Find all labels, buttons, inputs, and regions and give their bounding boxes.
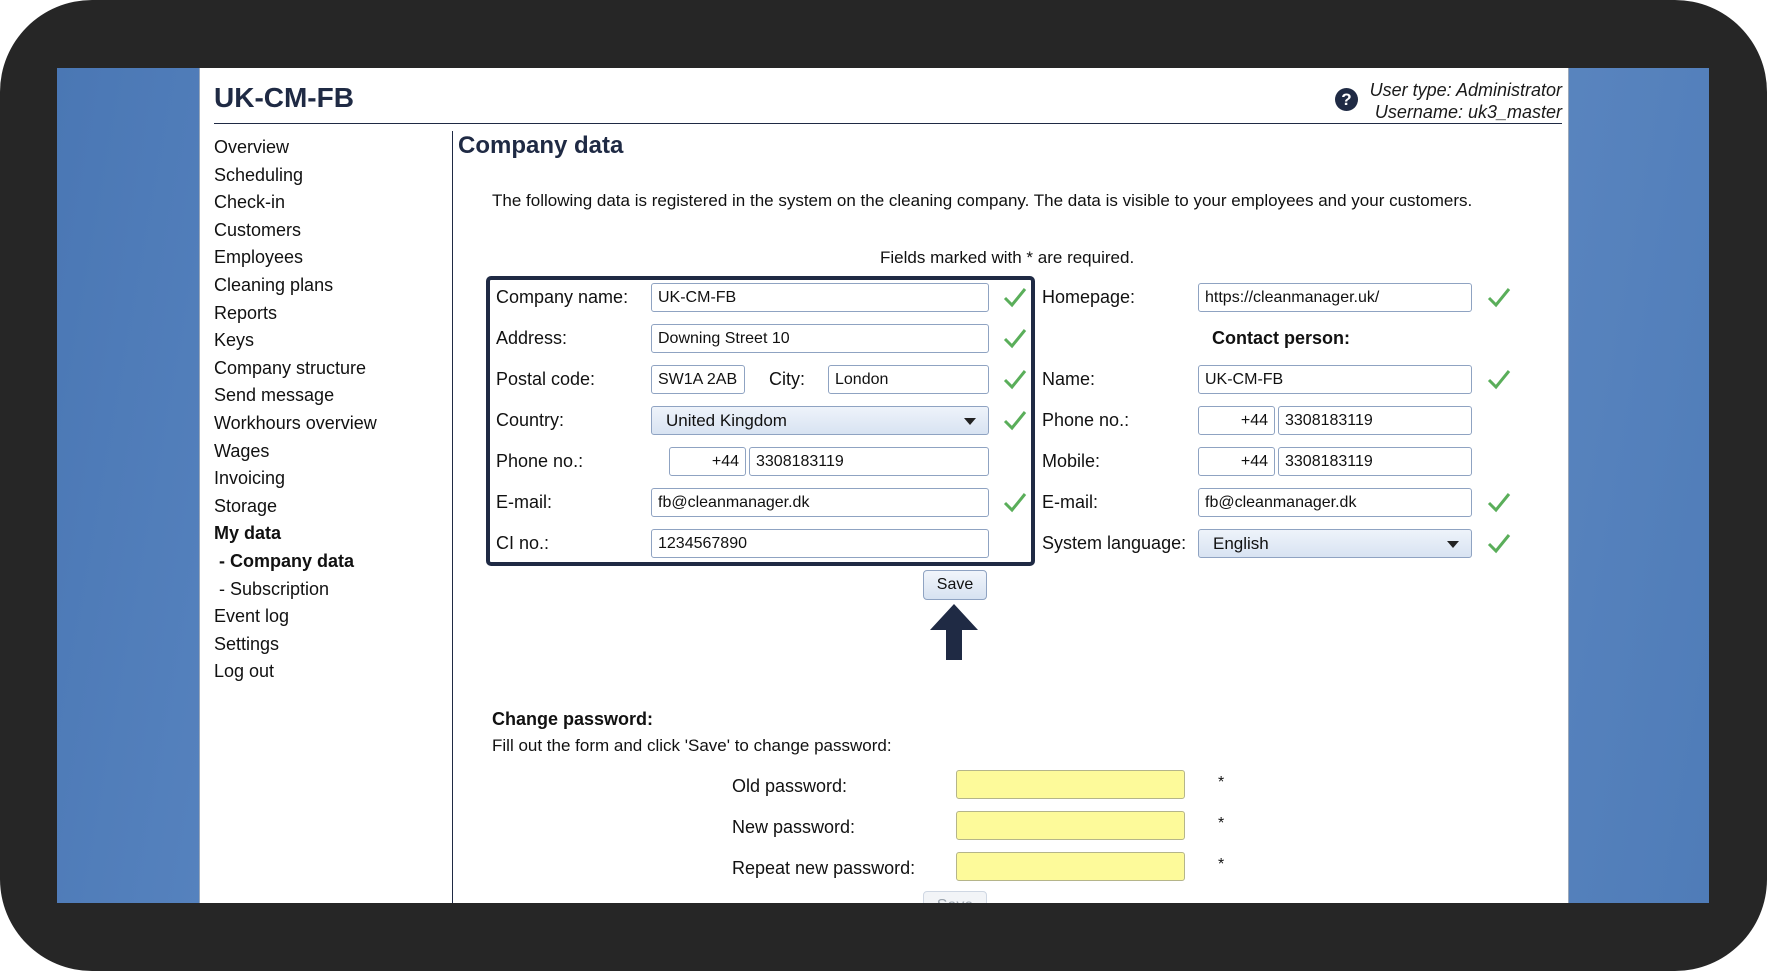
app-title: UK-CM-FB	[214, 82, 354, 113]
sidebar-item-settings[interactable]: Settings	[214, 631, 444, 659]
sidebar-item-reports[interactable]: Reports	[214, 300, 444, 328]
sidebar-item-company-structure[interactable]: Company structure	[214, 355, 444, 383]
contact-phone-field[interactable]: 3308183119	[1278, 406, 1472, 435]
app-page: UK-CM-FB ? User type: Administrator User…	[199, 68, 1569, 903]
intro-text: The following data is registered in the …	[492, 191, 1473, 210]
company-name-field[interactable]: UK-CM-FB	[651, 283, 989, 312]
contact-email-field[interactable]: fb@cleanmanager.dk	[1198, 488, 1472, 517]
save-button[interactable]: Save	[923, 570, 987, 600]
company-phone-label: Phone no.:	[496, 451, 584, 471]
device-frame: UK-CM-FB ? User type: Administrator User…	[0, 0, 1767, 971]
sidebar-item-workhours-overview[interactable]: Workhours overview	[214, 410, 444, 438]
company-email-field[interactable]: fb@cleanmanager.dk	[651, 488, 989, 517]
arrow-up-icon	[930, 604, 978, 660]
contact-phone-label: Phone no.:	[1042, 410, 1130, 430]
contact-name-label: Name:	[1042, 369, 1096, 389]
ci-number-field[interactable]: 1234567890	[651, 529, 989, 558]
company-phone-field[interactable]: 3308183119	[749, 447, 989, 476]
sidebar-item-cleaning-plans[interactable]: Cleaning plans	[214, 272, 444, 300]
main-content: Company data The following data is regis…	[458, 124, 1568, 903]
sidebar-item-overview[interactable]: Overview	[214, 134, 444, 162]
country-select[interactable]: United Kingdom	[651, 406, 989, 435]
company-phone-prefix-field[interactable]: +44	[669, 447, 746, 476]
homepage-label: Homepage:	[1042, 287, 1136, 307]
check-icon	[1003, 493, 1027, 513]
change-password-note: Fill out the form and click 'Save' to ch…	[492, 736, 892, 755]
new-password-field[interactable]	[956, 811, 1185, 840]
country-label: Country:	[496, 410, 565, 430]
contact-name-field[interactable]: UK-CM-FB	[1198, 365, 1472, 394]
user-info: User type: Administrator Username: uk3_m…	[1370, 79, 1562, 123]
sidebar-item-check-in[interactable]: Check-in	[214, 189, 444, 217]
check-icon	[1487, 288, 1511, 308]
required-mark: *	[1218, 815, 1225, 832]
sidebar-item-employees[interactable]: Employees	[214, 244, 444, 272]
header: UK-CM-FB ? User type: Administrator User…	[200, 68, 1568, 124]
city-label: City:	[769, 369, 805, 389]
sidebar-item-send-message[interactable]: Send message	[214, 382, 444, 410]
check-icon	[1487, 534, 1511, 554]
check-icon	[1003, 329, 1027, 349]
new-password-label: New password:	[732, 817, 856, 837]
old-password-label: Old password:	[732, 776, 848, 796]
check-icon	[1487, 370, 1511, 390]
contact-person-heading: Contact person:	[1212, 328, 1351, 348]
system-language-label: System language:	[1042, 533, 1187, 553]
company-name-label: Company name:	[496, 287, 629, 307]
sidebar-item-invoicing[interactable]: Invoicing	[214, 465, 444, 493]
check-icon	[1003, 411, 1027, 431]
sidebar-item-scheduling[interactable]: Scheduling	[214, 162, 444, 190]
sidebar-item-subscription[interactable]: - Subscription	[214, 576, 444, 604]
mobile-label: Mobile:	[1042, 451, 1101, 471]
system-language-value: English	[1213, 534, 1269, 553]
address-label: Address:	[496, 328, 568, 348]
username: Username: uk3_master	[1374, 102, 1562, 122]
country-value: United Kingdom	[666, 411, 787, 430]
repeat-password-label: Repeat new password:	[732, 858, 916, 878]
system-language-select[interactable]: English	[1198, 529, 1472, 558]
change-password-heading: Change password:	[492, 709, 654, 729]
desktop-background: UK-CM-FB ? User type: Administrator User…	[57, 68, 1709, 903]
sidebar: Overview Scheduling Check-in Customers E…	[214, 134, 444, 686]
sidebar-item-keys[interactable]: Keys	[214, 327, 444, 355]
contact-phone-prefix-field[interactable]: +44	[1198, 406, 1275, 435]
password-save-button[interactable]: Save	[923, 891, 987, 903]
postal-code-label: Postal code:	[496, 369, 596, 389]
help-icon[interactable]: ?	[1335, 88, 1358, 111]
sidebar-divider	[452, 131, 453, 903]
address-field[interactable]: Downing Street 10	[651, 324, 989, 353]
old-password-field[interactable]	[956, 770, 1185, 799]
homepage-field[interactable]: https://cleanmanager.uk/	[1198, 283, 1472, 312]
mobile-field[interactable]: 3308183119	[1278, 447, 1472, 476]
ci-number-label: CI no.:	[496, 533, 550, 553]
city-field[interactable]: London	[828, 365, 989, 394]
required-mark: *	[1218, 774, 1225, 791]
user-type: User type: Administrator	[1369, 80, 1562, 100]
chevron-down-icon	[1447, 541, 1459, 548]
required-mark: *	[1218, 856, 1225, 873]
mobile-prefix-field[interactable]: +44	[1198, 447, 1275, 476]
sidebar-item-storage[interactable]: Storage	[214, 493, 444, 521]
check-icon	[1003, 370, 1027, 390]
company-email-label: E-mail:	[496, 492, 553, 512]
sidebar-item-customers[interactable]: Customers	[214, 217, 444, 245]
contact-email-label: E-mail:	[1042, 492, 1099, 512]
repeat-password-field[interactable]	[956, 852, 1185, 881]
page-title: Company data	[458, 132, 624, 159]
sidebar-item-event-log[interactable]: Event log	[214, 603, 444, 631]
required-note: Fields marked with * are required.	[880, 248, 1135, 267]
sidebar-item-my-data[interactable]: My data	[214, 520, 444, 548]
sidebar-item-log-out[interactable]: Log out	[214, 658, 444, 686]
sidebar-item-company-data[interactable]: - Company data	[214, 548, 444, 576]
check-icon	[1487, 493, 1511, 513]
chevron-down-icon	[964, 418, 976, 425]
postal-code-field[interactable]: SW1A 2AB	[651, 365, 745, 394]
sidebar-item-wages[interactable]: Wages	[214, 438, 444, 466]
check-icon	[1003, 288, 1027, 308]
